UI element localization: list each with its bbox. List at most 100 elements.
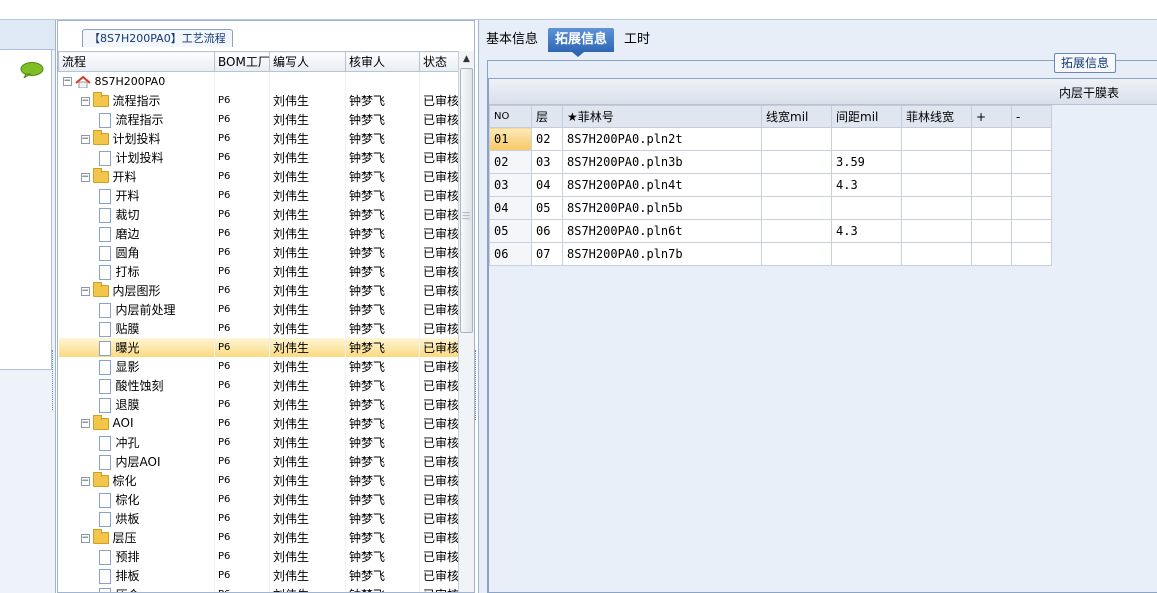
cell-minus[interactable] <box>1011 173 1052 197</box>
collapse-icon[interactable]: − <box>80 96 90 106</box>
cell-line-width[interactable] <box>761 173 832 197</box>
cell-film-line-width[interactable] <box>901 127 972 151</box>
cell-film-no[interactable]: 8S7H200PA0.pln4t <box>562 173 762 197</box>
speech-bubble-icon[interactable] <box>20 62 44 78</box>
tree-item-row[interactable]: 压合 P6刘伟生钟梦飞已审核 <box>58 584 459 592</box>
tree-item-row[interactable]: 流程指示 P6 刘伟生 钟梦飞 已审核 <box>58 109 459 129</box>
tree-item-row[interactable]: 显影 P6 刘伟生 钟梦飞 已审核 <box>58 356 459 376</box>
cell-film-line-width[interactable] <box>901 242 972 266</box>
cell-spacing[interactable] <box>831 242 902 266</box>
collapse-icon[interactable]: − <box>80 134 90 144</box>
cell-minus[interactable] <box>1011 242 1052 266</box>
tree-item-row[interactable]: 预排 P6 刘伟生 钟梦飞 已审核 <box>58 546 459 566</box>
cell-spacing[interactable]: 4.3 <box>831 219 902 243</box>
cell-spacing[interactable]: 4.3 <box>831 173 902 197</box>
cell-line-width[interactable] <box>761 196 832 220</box>
col-film-line-width[interactable]: 菲林线宽 <box>901 105 972 128</box>
cell-film-line-width[interactable] <box>901 150 972 174</box>
scrollbar-thumb[interactable] <box>460 68 473 333</box>
table-row[interactable]: 01 02 8S7H200PA0.pln2t <box>489 127 1052 151</box>
cell-plus[interactable] <box>971 150 1012 174</box>
tree-item-row[interactable]: 贴膜 P6 刘伟生 钟梦飞 已审核 <box>58 318 459 338</box>
cell-film-no[interactable]: 8S7H200PA0.pln5b <box>562 196 762 220</box>
table-row[interactable]: 02 03 8S7H200PA0.pln3b 3.59 <box>489 150 1052 174</box>
col-minus[interactable]: - <box>1011 105 1052 128</box>
cell-line-width[interactable] <box>761 127 832 151</box>
tree-item-row[interactable]: 开料 P6 刘伟生 钟梦飞 已审核 <box>58 185 459 205</box>
tree-item-row[interactable]: 内层AOI P6 刘伟生 钟梦飞 已审核 <box>58 451 459 471</box>
tree-item-row[interactable]: 退膜 P6 刘伟生 钟梦飞 已审核 <box>58 394 459 414</box>
tree-folder-row[interactable]: − 层压 P6 刘伟生 钟梦飞 已审核 <box>58 527 459 547</box>
tree-item-row[interactable]: 酸性蚀刻 P6 刘伟生 钟梦飞 已审核 <box>58 375 459 395</box>
cell-minus[interactable] <box>1011 196 1052 220</box>
table-row[interactable]: 05 06 8S7H200PA0.pln6t 4.3 <box>489 219 1052 243</box>
tree-folder-row[interactable]: − AOI P6 刘伟生 钟梦飞 已审核 <box>58 413 459 433</box>
collapse-icon[interactable]: − <box>80 419 90 428</box>
cell-layer[interactable]: 05 <box>531 196 563 220</box>
cell-layer[interactable]: 06 <box>531 219 563 243</box>
cell-film-line-width[interactable] <box>901 196 972 220</box>
cell-layer[interactable]: 04 <box>531 173 563 197</box>
tab-basic-info[interactable]: 基本信息 <box>479 28 545 52</box>
cell-plus[interactable] <box>971 242 1012 266</box>
cell-plus[interactable] <box>971 127 1012 151</box>
cell-layer[interactable]: 02 <box>531 127 563 151</box>
collapse-icon[interactable]: − <box>62 77 72 87</box>
cell-plus[interactable] <box>971 196 1012 220</box>
table-row[interactable]: 06 07 8S7H200PA0.pln7b <box>489 242 1052 266</box>
tab-work-hours[interactable]: 工时 <box>617 28 657 52</box>
cell-layer[interactable]: 07 <box>531 242 563 266</box>
collapse-icon[interactable]: − <box>80 476 90 486</box>
cell-film-no[interactable]: 8S7H200PA0.pln6t <box>562 219 762 243</box>
tree-item-row[interactable]: 烘板 P6 刘伟生 钟梦飞 已审核 <box>58 508 459 528</box>
tree-folder-row[interactable]: − 开料 P6 刘伟生 钟梦飞 已审核 <box>58 166 459 186</box>
cell-plus[interactable] <box>971 219 1012 243</box>
col-plus[interactable]: + <box>971 105 1012 128</box>
scroll-up-icon[interactable]: ▲ <box>459 51 474 67</box>
col-layer[interactable]: 层 <box>531 105 563 128</box>
cell-spacing[interactable] <box>831 196 902 220</box>
tree-item-row[interactable]: 裁切 P6 刘伟生 钟梦飞 已审核 <box>58 204 459 224</box>
cell-spacing[interactable] <box>831 127 902 151</box>
tab-extended-info[interactable]: 拓展信息 <box>548 28 615 57</box>
table-row[interactable]: 04 05 8S7H200PA0.pln5b <box>489 196 1052 220</box>
tree-item-row[interactable]: 圆角 P6 刘伟生 钟梦飞 已审核 <box>58 242 459 262</box>
tree-item-row[interactable]: 曝光 P6 刘伟生 钟梦飞 已审核 <box>58 337 459 357</box>
column-header-status[interactable]: 状态 <box>419 51 459 72</box>
tree-item-row[interactable]: 冲孔 P6 刘伟生 钟梦飞 已审核 <box>58 432 459 452</box>
col-no[interactable]: NO <box>489 105 532 128</box>
cell-film-no[interactable]: 8S7H200PA0.pln3b <box>562 150 762 174</box>
tree-item-row[interactable]: 磨边 P6 刘伟生 钟梦飞 已审核 <box>58 223 459 243</box>
left-splitter[interactable] <box>52 350 56 410</box>
cell-layer[interactable]: 03 <box>531 150 563 174</box>
tree-folder-row[interactable]: − 内层图形 P6 刘伟生 钟梦飞 已审核 <box>58 280 459 300</box>
tree-root-row[interactable]: − 8S7H200PA0 <box>58 71 459 91</box>
collapse-icon[interactable]: − <box>80 533 90 543</box>
collapse-icon[interactable]: − <box>80 286 90 296</box>
collapse-icon[interactable]: − <box>80 172 90 182</box>
tree-folder-row[interactable]: − 棕化 P6 刘伟生 钟梦飞 已审核 <box>58 470 459 490</box>
table-row[interactable]: 03 04 8S7H200PA0.pln4t 4.3 <box>489 173 1052 197</box>
cell-minus[interactable] <box>1011 127 1052 151</box>
tree-folder-row[interactable]: − 流程指示 P6 刘伟生 钟梦飞 已审核 <box>58 90 459 110</box>
col-spacing[interactable]: 间距mil <box>831 105 902 128</box>
col-film-no[interactable]: ★菲林号 <box>562 105 762 128</box>
column-header-author[interactable]: 编写人 <box>269 51 346 72</box>
tree-item-row[interactable]: 内层前处理 P6 刘伟生 钟梦飞 已审核 <box>58 299 459 319</box>
cell-line-width[interactable] <box>761 242 832 266</box>
tree-vertical-scrollbar[interactable]: ▲ — — — <box>458 51 474 592</box>
cell-line-width[interactable] <box>761 219 832 243</box>
cell-minus[interactable] <box>1011 219 1052 243</box>
column-header-reviewer[interactable]: 核审人 <box>345 51 420 72</box>
column-header-bom-factory[interactable]: BOM工厂 <box>214 51 270 72</box>
col-line-width[interactable]: 线宽mil <box>761 105 832 128</box>
cell-line-width[interactable] <box>761 150 832 174</box>
cell-plus[interactable] <box>971 173 1012 197</box>
cell-spacing[interactable]: 3.59 <box>831 150 902 174</box>
tree-panel-tab[interactable]: 【8S7H200PA0】工艺流程 <box>82 29 233 47</box>
tree-item-row[interactable]: 棕化 P6 刘伟生 钟梦飞 已审核 <box>58 489 459 509</box>
cell-film-line-width[interactable] <box>901 219 972 243</box>
tree-item-row[interactable]: 计划投料 P6 刘伟生 钟梦飞 已审核 <box>58 147 459 167</box>
cell-film-no[interactable]: 8S7H200PA0.pln7b <box>562 242 762 266</box>
tree-item-row[interactable]: 打标 P6 刘伟生 钟梦飞 已审核 <box>58 261 459 281</box>
